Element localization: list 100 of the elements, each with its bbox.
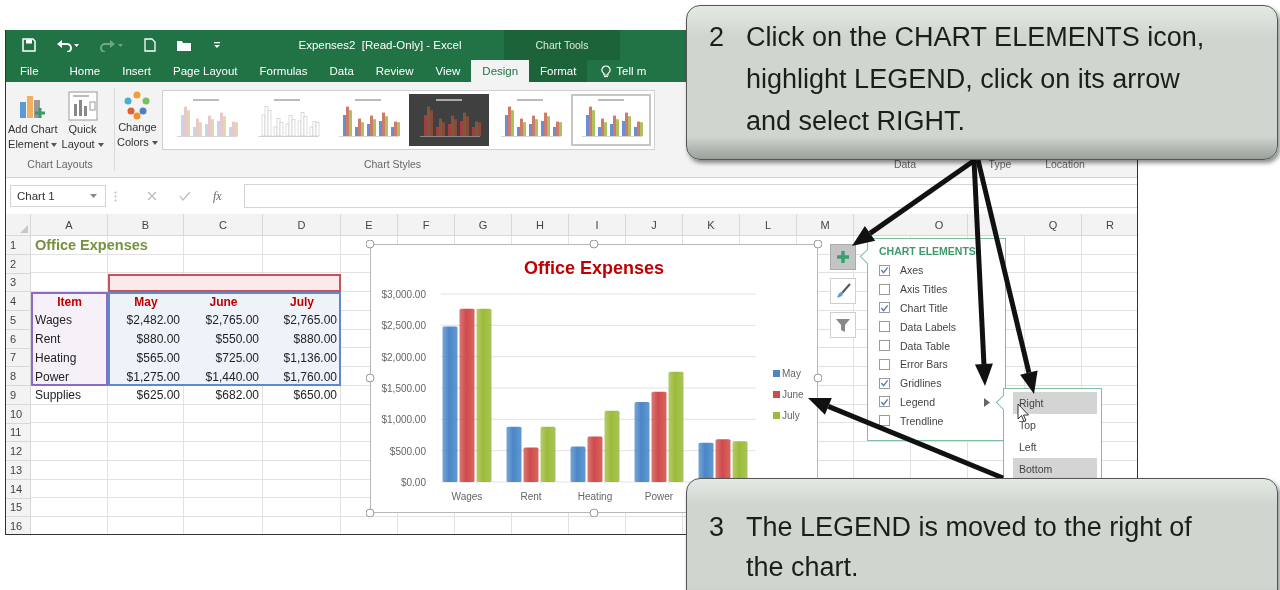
insert-function-button[interactable]: fx bbox=[213, 188, 222, 204]
table-cell-text: Rent bbox=[34, 331, 62, 349]
row-header[interactable]: 13 bbox=[6, 461, 31, 480]
checkbox[interactable] bbox=[879, 415, 890, 427]
category-label: Power bbox=[644, 491, 674, 502]
legend-label: May bbox=[782, 368, 801, 379]
resize-handle[interactable] bbox=[366, 240, 375, 249]
chart-area[interactable]: Office Expenses $0.00 $500.00 $1,000.00 $1,500.00 $2,000.00 $2,500.00 $3,000.00 Wages Rent Heating Power May June July bbox=[370, 244, 818, 513]
axis-label: $2,000.00 bbox=[381, 351, 426, 363]
checkbox[interactable] bbox=[879, 358, 890, 370]
table-cell-text: $1,440.00 bbox=[204, 368, 260, 386]
column-heading: May bbox=[133, 293, 159, 311]
element-label[interactable]: Legend bbox=[900, 395, 936, 408]
element-label[interactable]: Chart Title bbox=[900, 302, 948, 314]
menu-item[interactable]: Left bbox=[1013, 436, 1097, 458]
column-heading: Item bbox=[56, 293, 83, 311]
ribbon-tab[interactable]: Formulas bbox=[248, 60, 319, 82]
chart-styles-button[interactable] bbox=[830, 278, 856, 304]
chart-style-thumbnail[interactable] bbox=[408, 94, 489, 146]
row-header[interactable]: 12 bbox=[6, 442, 31, 461]
resize-handle[interactable] bbox=[366, 508, 375, 517]
row-header[interactable]: 4 bbox=[6, 292, 31, 311]
chart-filters-button[interactable] bbox=[830, 312, 856, 338]
axis-label: $0.00 bbox=[400, 477, 426, 488]
quick-layout-button[interactable]: Quick Layout bbox=[59, 90, 106, 152]
ribbon-tab[interactable]: Format bbox=[529, 60, 588, 82]
element-label[interactable]: Trendline bbox=[900, 414, 944, 427]
ribbon-tab[interactable]: Page Layout bbox=[162, 60, 249, 82]
group-label: Type bbox=[987, 158, 1013, 170]
row-header[interactable]: 8 bbox=[6, 367, 31, 386]
row-header[interactable]: 1 bbox=[6, 236, 31, 255]
table-cell-text: $880.00 bbox=[135, 331, 181, 349]
name-box[interactable]: Chart 1 bbox=[10, 185, 106, 207]
table-cell-text: Supplies bbox=[34, 387, 83, 405]
element-label[interactable]: Axis Titles bbox=[900, 283, 948, 296]
step-instruction: Click on the CHART ELEMENTS icon, highlight LEGEND, click on its arrow and select RIGHT. bbox=[746, 21, 1206, 138]
ribbon-tab[interactable]: Review bbox=[364, 60, 425, 82]
caret-icon bbox=[97, 142, 104, 147]
checkbox[interactable] bbox=[879, 321, 890, 333]
row-header[interactable]: 16 bbox=[6, 517, 31, 534]
customize-icon[interactable] bbox=[212, 40, 222, 50]
tell-me-text: Tell m bbox=[616, 65, 647, 77]
menu-item[interactable]: Top bbox=[1013, 414, 1097, 436]
resize-handle[interactable] bbox=[813, 373, 822, 383]
undo-icon[interactable] bbox=[56, 38, 80, 52]
axis-label: $500.00 bbox=[389, 445, 426, 457]
save-icon[interactable] bbox=[22, 38, 36, 52]
menu-item[interactable]: Bottom bbox=[1013, 458, 1097, 480]
resize-handle[interactable] bbox=[589, 508, 599, 517]
table-cell-text: $725.00 bbox=[214, 349, 260, 367]
row-header[interactable]: 5 bbox=[6, 311, 31, 330]
table-cell-text: $880.00 bbox=[292, 331, 338, 349]
resize-handle[interactable] bbox=[366, 373, 375, 383]
step-number: 3 bbox=[709, 511, 725, 544]
bar bbox=[570, 446, 586, 482]
table-cell-text: $2,765.00 bbox=[282, 312, 338, 330]
checkbox[interactable] bbox=[879, 302, 890, 314]
formula-input[interactable] bbox=[243, 184, 1137, 208]
ribbon-tab[interactable]: File bbox=[6, 60, 59, 82]
tell-me-search[interactable]: Tell m bbox=[587, 60, 647, 82]
ribbon-tab[interactable]: View bbox=[424, 60, 472, 82]
checkbox[interactable] bbox=[879, 377, 890, 389]
ribbon-tab[interactable]: Design bbox=[471, 60, 530, 82]
chart-style-thumbnail[interactable] bbox=[570, 94, 651, 146]
element-label[interactable]: Axes bbox=[900, 264, 924, 277]
table-cell-text: Power bbox=[34, 368, 70, 386]
element-label[interactable]: Error Bars bbox=[900, 358, 948, 371]
column-heading: June bbox=[208, 293, 239, 311]
ribbon-tab[interactable]: Data bbox=[318, 60, 365, 82]
change-colors-button[interactable]: Change Colors bbox=[115, 90, 160, 150]
table-cell-text: $2,482.00 bbox=[125, 312, 181, 330]
caret-icon bbox=[151, 140, 158, 145]
menu-item[interactable]: Right bbox=[1013, 392, 1097, 414]
column-heading: July bbox=[289, 293, 315, 311]
caret-icon bbox=[51, 142, 58, 147]
checkbox[interactable] bbox=[879, 264, 890, 276]
cancel-icon[interactable] bbox=[147, 191, 157, 201]
layout-icon bbox=[66, 90, 99, 122]
new-document-icon[interactable] bbox=[144, 38, 156, 52]
ribbon-tab[interactable]: Home bbox=[58, 60, 112, 82]
submenu-arrow-icon[interactable] bbox=[984, 397, 990, 407]
redo-icon bbox=[100, 38, 124, 52]
table-cell-text: Wages bbox=[34, 312, 73, 330]
add-chart-element-button[interactable]: Add Chart Element bbox=[6, 90, 60, 152]
check-icon[interactable] bbox=[179, 191, 191, 201]
checkbox[interactable] bbox=[879, 283, 890, 295]
chart-elements-button[interactable] bbox=[830, 244, 856, 270]
row-header[interactable]: 9 bbox=[6, 386, 31, 405]
checkbox[interactable] bbox=[879, 340, 890, 352]
group-label: Data bbox=[892, 158, 918, 170]
ribbon-tab[interactable]: Insert bbox=[111, 60, 162, 82]
element-label[interactable]: Data Table bbox=[900, 339, 950, 352]
folder-icon[interactable] bbox=[176, 38, 192, 52]
legend-label: June bbox=[782, 389, 804, 400]
resize-handle[interactable] bbox=[589, 240, 599, 249]
resize-handle[interactable] bbox=[813, 240, 822, 249]
element-label[interactable]: Data Labels bbox=[900, 320, 957, 333]
checkbox[interactable] bbox=[879, 396, 890, 408]
element-label[interactable]: Gridlines bbox=[900, 377, 942, 390]
axis-label: $2,500.00 bbox=[381, 320, 426, 332]
